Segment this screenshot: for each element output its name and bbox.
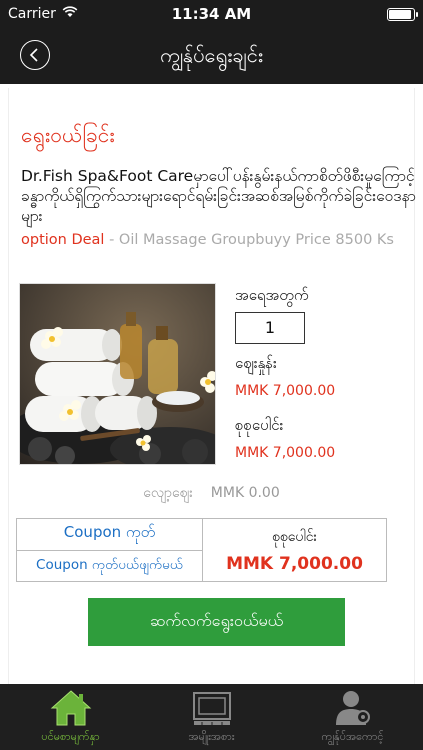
section-title: ရွေးဝယ်ခြင်း — [21, 123, 115, 147]
price-value: MMK 7,000.00 — [235, 383, 336, 399]
grand-total-value: MMK 7,000.00 — [226, 553, 363, 574]
discount-row: လျော့ဈေး MMK 0.00 — [9, 483, 414, 504]
discount-value: MMK 0.00 — [210, 485, 280, 501]
coupon-remove-link[interactable]: Coupon ကုတ်ပယ်ဖျက်မယ် — [17, 551, 202, 582]
tab-categories-label: အမျိုးအစား — [188, 730, 235, 743]
coupon-actions: Coupon ကုတ် Coupon ကုတ်ပယ်ဖျက်မယ် — [17, 519, 203, 581]
nav-bar: ကျွန်ုပ်ရွေးချင်း — [0, 28, 423, 84]
deal-subtitle-rest: - Oil Massage Groupbuyy Price 8500 Ks — [104, 232, 394, 248]
battery-icon — [387, 8, 418, 21]
deal-title: Dr.Fish Spa&Foot Careမှာပေါ်ပန်းနွမ်းနယ်… — [21, 167, 416, 225]
tab-home[interactable]: ပင်မစာမျက်နှာ — [0, 684, 141, 750]
checkout-button[interactable]: ဆက်လက်ရွေးဝယ်မယ် — [88, 598, 345, 646]
tab-account-label: ကျွန်ုပ်အကောင့် — [321, 730, 384, 743]
page-title: ကျွန်ုပ်ရွေးချင်း — [160, 43, 263, 67]
tab-account[interactable]: ကျွန်ုပ်အကောင့် — [282, 684, 423, 750]
discount-label: လျော့ဈေး — [143, 485, 193, 501]
status-bar: Carrier 11:34 AM — [0, 0, 423, 28]
tab-home-label: ပင်မစာမျက်နှာ — [41, 730, 100, 743]
grand-total: စုစုပေါင်း MMK 7,000.00 — [203, 519, 386, 581]
home-icon — [50, 687, 92, 727]
deal-subtitle-highlight: option Deal — [21, 232, 105, 248]
deal-card: ရွေးဝယ်ခြင်း Dr.Fish Spa&Foot Careမှာပေါ… — [8, 88, 416, 684]
coupon-code-link[interactable]: Coupon ကုတ် — [17, 519, 202, 551]
total-label: စုစုပေါင်း — [235, 416, 284, 434]
product-image — [19, 283, 216, 465]
status-time: 11:34 AM — [171, 5, 252, 23]
quantity-label: အရေအတွက် — [235, 286, 309, 304]
coupon-table: Coupon ကုတ် Coupon ကုတ်ပယ်ဖျက်မယ် စုစုပေ… — [16, 518, 387, 582]
quantity-input[interactable]: 1 — [235, 312, 305, 344]
account-icon — [333, 687, 373, 727]
categories-icon — [192, 687, 232, 727]
price-label: ဈေးနှုန်း — [235, 354, 277, 372]
grand-total-label: စုစုပေါင်း — [271, 528, 318, 545]
tab-categories[interactable]: အမျိုးအစား — [141, 684, 282, 750]
total-value: MMK 7,000.00 — [235, 445, 336, 461]
tab-bar: ပင်မစာမျက်နှာ အမျိုးအစား ကျွန်ုပ်အကောင့် — [0, 684, 423, 750]
deal-subtitle: option Deal - Oil Massage Groupbuyy Pric… — [21, 231, 416, 250]
